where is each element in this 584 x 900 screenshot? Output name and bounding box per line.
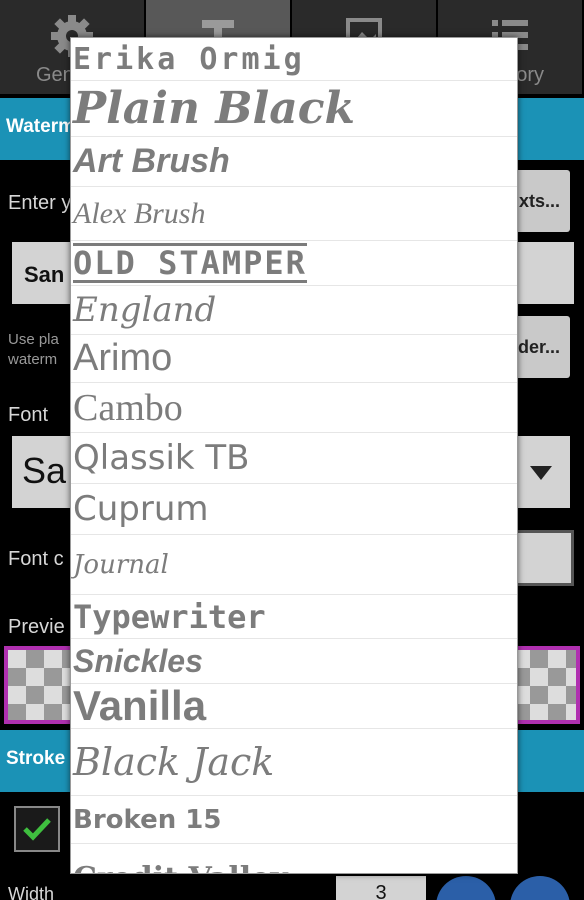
width-label: Width: [8, 884, 55, 900]
font-option-label: Qlassik TB: [73, 438, 250, 478]
font-option-label: Cuprum: [73, 489, 209, 529]
font-option-label: Plain Black: [73, 83, 356, 134]
font-option-label: Alex Brush: [73, 196, 206, 230]
preview-label: Previe: [8, 616, 65, 638]
font-option-label: Erika Ormig: [73, 41, 305, 77]
font-label: Font: [8, 404, 49, 426]
font-option-england[interactable]: England: [71, 286, 517, 335]
texts-button-label: xts...: [518, 190, 560, 211]
font-dropdown-list[interactable]: Erika Ormig Plain Black Art Brush Alex B…: [70, 37, 518, 874]
font-option-label: Cambo: [73, 386, 183, 429]
font-option-cuprum[interactable]: Cuprum: [71, 484, 517, 535]
font-option-vanilla[interactable]: Vanilla: [71, 684, 517, 729]
font-option-label: Broken 15: [73, 804, 222, 835]
font-color-label: Font c: [8, 548, 64, 570]
font-option-plain-black[interactable]: Plain Black: [71, 81, 517, 137]
font-option-cambo[interactable]: Cambo: [71, 383, 517, 433]
font-option-broken-15[interactable]: Broken 15: [71, 796, 517, 844]
font-option-label: Black Jack: [73, 740, 275, 784]
width-value: 3: [375, 882, 387, 900]
font-select-value: Sa: [22, 450, 67, 491]
font-option-label: Typewriter: [73, 597, 266, 636]
font-option-journal[interactable]: Journal: [71, 535, 517, 595]
font-option-art-brush[interactable]: Art Brush: [71, 137, 517, 187]
font-option-label: OLD STAMPER: [73, 243, 307, 283]
font-option-label: Credit Valley: [73, 861, 288, 873]
check-icon: [23, 818, 51, 841]
font-option-arimo[interactable]: Arimo: [71, 335, 517, 383]
font-option-label: Arimo: [73, 337, 173, 379]
text-input-value: San: [24, 262, 65, 287]
font-option-label: Art Brush: [73, 142, 230, 180]
font-option-label: England: [73, 290, 217, 330]
font-option-black-jack[interactable]: Black Jack: [71, 729, 517, 796]
width-decrease-button[interactable]: [436, 876, 496, 900]
width-input[interactable]: 3: [336, 876, 426, 900]
font-option-typewriter[interactable]: Typewriter: [71, 595, 517, 639]
chevron-down-icon: [530, 466, 552, 480]
font-option-label: Vanilla: [73, 684, 207, 729]
enter-text-label: Enter y: [8, 192, 72, 214]
stroke-checkbox[interactable]: [14, 806, 60, 852]
hint-line-1: Use pla: [8, 331, 59, 348]
font-option-alex-brush[interactable]: Alex Brush: [71, 187, 517, 241]
width-increase-button[interactable]: [510, 876, 570, 900]
order-button-label: der...: [517, 336, 560, 357]
font-option-credit-valley[interactable]: Credit Valley: [71, 844, 517, 873]
hint-line-2: waterm: [8, 351, 58, 368]
font-option-erika-ormig[interactable]: Erika Ormig: [71, 38, 517, 81]
font-option-snickles[interactable]: Snickles: [71, 639, 517, 684]
font-option-old-stamper[interactable]: OLD STAMPER: [71, 241, 517, 286]
font-option-qlassik-tb[interactable]: Qlassik TB: [71, 433, 517, 484]
font-option-label: Snickles: [73, 642, 203, 679]
font-option-label: Journal: [73, 549, 169, 580]
screen: Gen ory Waterm Enter y xts... San Use pl…: [0, 0, 584, 900]
